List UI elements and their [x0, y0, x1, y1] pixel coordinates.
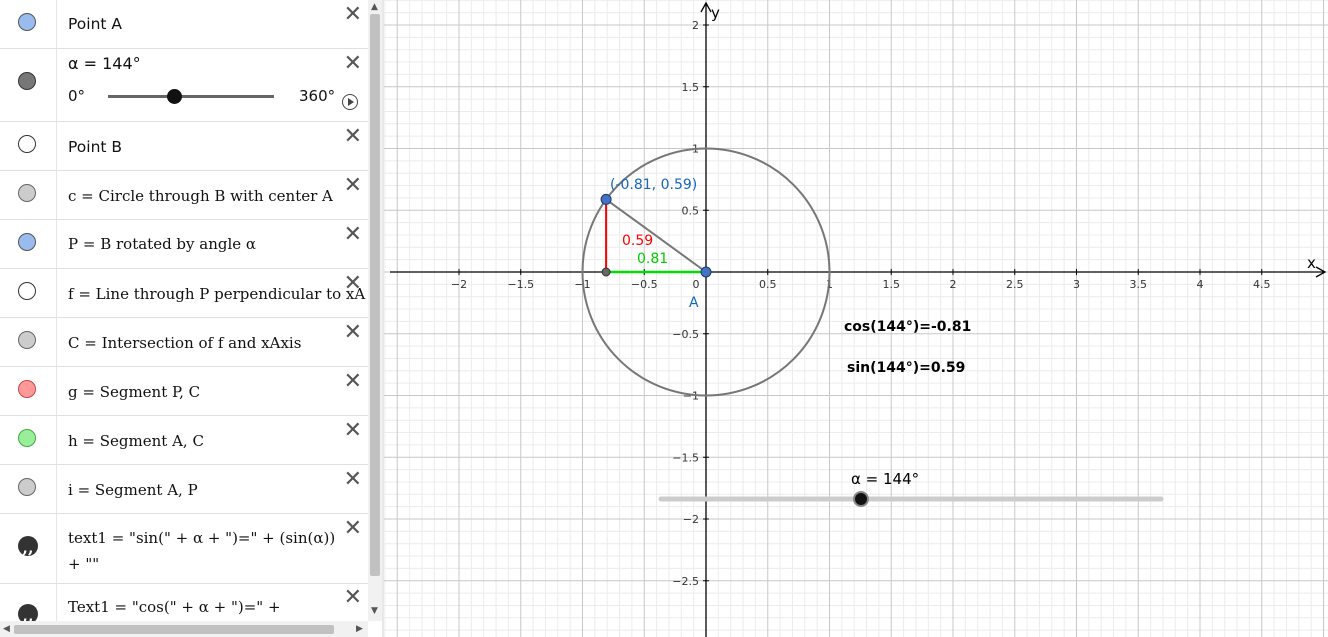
scroll-left-icon[interactable]: ◀: [3, 624, 10, 634]
algebra-row-circle-c[interactable]: c = Circle through B with center A ✕: [0, 171, 368, 220]
cos-value-label[interactable]: 0.81: [637, 251, 668, 267]
visibility-toggle-icon[interactable]: [18, 429, 36, 447]
close-icon[interactable]: ✕: [344, 273, 362, 295]
y-tick-label: −1.5: [672, 451, 699, 464]
alpha-slider-track[interactable]: [108, 95, 274, 98]
visibility-toggle-icon[interactable]: [18, 380, 36, 398]
y-tick-label: −2.5: [672, 575, 699, 588]
slider-max-label: 360°: [299, 87, 336, 105]
vertical-scroll-thumb[interactable]: [370, 14, 380, 576]
algebra-expression[interactable]: Point B: [68, 138, 122, 156]
graphics-slider-handle: [853, 491, 869, 507]
algebra-expression[interactable]: text1 = "sin(" + α + ")=" + (sin(α)): [68, 529, 335, 547]
point-a-label[interactable]: A: [689, 295, 699, 311]
horizontal-scroll-thumb[interactable]: [14, 625, 334, 634]
algebra-row-point-c[interactable]: C = Intersection of f and xAxis ✕: [0, 318, 368, 367]
close-icon[interactable]: ✕: [344, 469, 362, 491]
y-tick-label: −2: [683, 513, 699, 526]
algebra-expression[interactable]: C = Intersection of f and xAxis: [68, 334, 301, 352]
text-object-icon[interactable]: ,,: [18, 536, 38, 557]
algebra-row-segment-h[interactable]: h = Segment A, C ✕: [0, 416, 368, 465]
algebra-expression[interactable]: g = Segment P, C: [68, 383, 200, 401]
point-c: [601, 267, 611, 277]
point-p-label[interactable]: (-0.81, 0.59): [610, 177, 697, 193]
close-icon[interactable]: ✕: [344, 4, 362, 26]
y-tick-label: 2: [692, 19, 699, 32]
close-icon[interactable]: ✕: [344, 175, 362, 197]
point-a: [700, 266, 712, 278]
algebra-row-point-p[interactable]: P = B rotated by angle α ✕: [0, 220, 368, 269]
x-tick-label: −1.5: [507, 278, 534, 291]
visibility-toggle-icon[interactable]: [18, 478, 36, 496]
algebra-expression[interactable]: i = Segment A, P: [68, 481, 198, 499]
close-icon[interactable]: ✕: [344, 420, 362, 442]
cos-text[interactable]: cos(144°)=-0.81: [844, 319, 971, 335]
visibility-toggle-icon[interactable]: [18, 233, 36, 251]
algebra-expression[interactable]: α = 144°: [68, 54, 141, 73]
close-icon[interactable]: ✕: [344, 126, 362, 148]
visibility-toggle-icon[interactable]: [18, 282, 36, 300]
vertical-scrollbar[interactable]: ▲ ▼: [368, 0, 382, 621]
x-tick-label: 1.5: [883, 278, 901, 291]
slider-min-label: 0°: [68, 87, 86, 105]
x-tick-label: 0: [693, 278, 700, 291]
y-tick-label: −0.5: [672, 328, 699, 341]
y-tick-label: 0.5: [682, 204, 700, 217]
point-p: [600, 193, 612, 205]
x-tick-label: 4: [1197, 278, 1204, 291]
algebra-row-line-f[interactable]: f = Line through P perpendicular to xA ✕: [0, 269, 368, 318]
algebra-row-segment-g[interactable]: g = Segment P, C ✕: [0, 367, 368, 416]
scroll-right-icon[interactable]: ▶: [356, 624, 363, 634]
close-icon[interactable]: ✕: [344, 224, 362, 246]
algebra-row-alpha-slider[interactable]: α = 144° 0° 360° ✕: [0, 49, 368, 122]
scroll-down-icon[interactable]: ▼: [371, 606, 378, 616]
algebra-row-segment-i[interactable]: i = Segment A, P ✕: [0, 465, 368, 514]
visibility-toggle-icon[interactable]: [18, 72, 36, 90]
algebra-row-text1[interactable]: ,, text1 = "sin(" + α + ")=" + (sin(α)) …: [0, 514, 368, 584]
close-icon[interactable]: ✕: [344, 518, 362, 540]
algebra-row-point-b[interactable]: Point B ✕: [0, 122, 368, 171]
x-tick-label: 2.5: [1006, 278, 1024, 291]
scroll-up-icon[interactable]: ▲: [371, 2, 378, 12]
algebra-expression-continued: + "": [68, 555, 100, 573]
algebra-expression[interactable]: Text1 = "cos(" + α + ")=" +: [68, 598, 281, 616]
x-tick-label: 4.5: [1253, 278, 1271, 291]
algebra-expression[interactable]: h = Segment A, C: [68, 432, 204, 450]
play-animation-button[interactable]: [342, 94, 358, 110]
alpha-slider-handle[interactable]: [167, 89, 183, 104]
graphics-view[interactable]: −2 −1.5 −1 −0.5 0 0.5 1 1.5 2 2.5 3 3.5 4 4.521.510.5…: [384, 0, 1328, 637]
x-axis-label: x: [1307, 254, 1316, 272]
x-tick-label: 0.5: [759, 278, 777, 291]
visibility-toggle-icon[interactable]: [18, 331, 36, 349]
algebra-row-point-a[interactable]: Point A ✕: [0, 0, 368, 49]
close-icon[interactable]: ✕: [344, 371, 362, 393]
slider-label[interactable]: α = 144°: [851, 470, 919, 488]
visibility-toggle-icon[interactable]: [18, 135, 36, 153]
text-object-icon[interactable]: ,,: [18, 604, 38, 621]
sin-value-label[interactable]: 0.59: [622, 233, 653, 249]
sin-text[interactable]: sin(144°)=0.59: [847, 360, 965, 376]
algebra-expression[interactable]: f = Line through P perpendicular to xA: [68, 285, 365, 303]
visibility-toggle-icon[interactable]: [18, 184, 36, 202]
close-icon[interactable]: ✕: [344, 53, 362, 75]
visibility-toggle-icon[interactable]: [18, 13, 36, 31]
algebra-view: Point A ✕ α = 144° 0° 360° ✕ Point B ✕ c…: [0, 0, 369, 621]
algebra-expression[interactable]: P = B rotated by angle α: [68, 235, 256, 253]
algebra-expression[interactable]: Point A: [68, 15, 122, 33]
x-tick-label: −0.5: [631, 278, 658, 291]
y-tick-label: 1.5: [682, 81, 700, 94]
x-tick-label: −2: [451, 278, 467, 291]
algebra-row-text1-cos[interactable]: ,, Text1 = "cos(" + α + ")=" + ✕: [0, 584, 368, 621]
x-tick-label: 3: [1073, 278, 1080, 291]
x-tick-label: 3.5: [1130, 278, 1148, 291]
close-icon[interactable]: ✕: [344, 587, 362, 609]
horizontal-scrollbar[interactable]: ◀ ▶: [0, 621, 368, 637]
algebra-expression[interactable]: c = Circle through B with center A: [68, 187, 333, 205]
x-tick-label: 2: [950, 278, 957, 291]
close-icon[interactable]: ✕: [344, 322, 362, 344]
y-axis-label: y: [711, 4, 720, 22]
